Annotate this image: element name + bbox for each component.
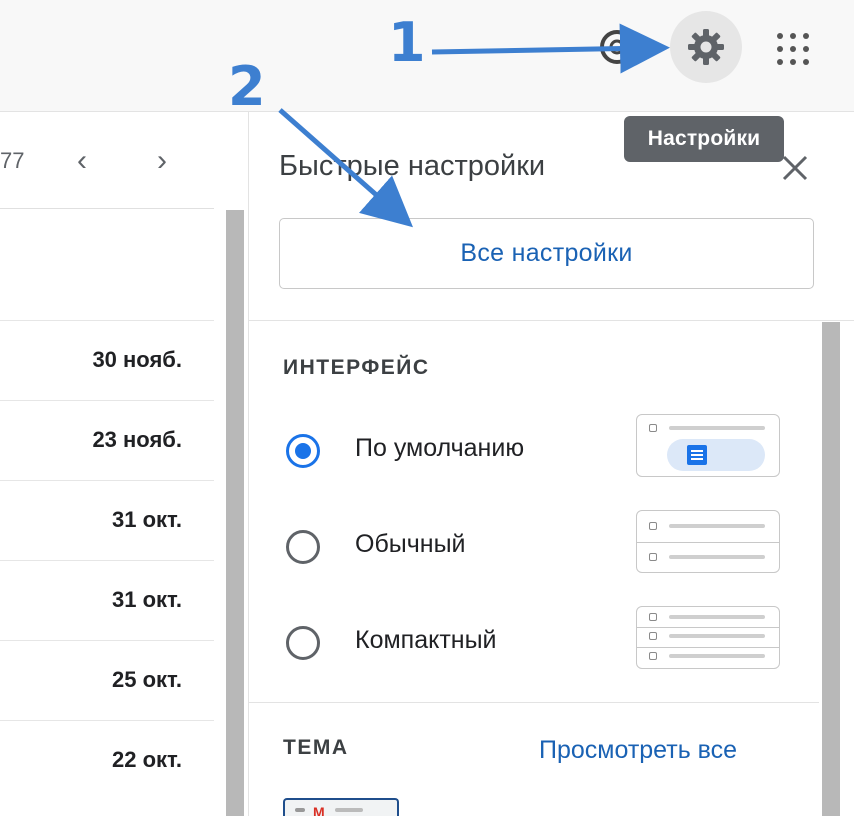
mail-row[interactable]: 25 окт. [0,640,214,720]
density-section-label: ИНТЕРФЕЙС [283,356,430,379]
section-divider [249,702,819,703]
next-page-button[interactable]: › [146,143,178,179]
settings-tooltip: Настройки [624,116,784,162]
quick-settings-panel: Быстрые настройки Все настройки ИНТЕРФЕЙ… [248,112,854,816]
density-option-normal[interactable]: Обычный [279,510,783,586]
mail-row[interactable]: 31 окт. [0,560,214,640]
mail-date: 23 нояб. [92,427,182,452]
radio-button[interactable] [286,434,320,468]
mail-date: 25 окт. [112,667,182,692]
density-preview-normal [636,510,780,573]
prev-page-button[interactable]: ‹ [66,143,98,179]
panel-scrollbar[interactable] [822,322,840,816]
step-number-1: 1 [388,11,426,74]
all-settings-button[interactable]: Все настройки [279,218,814,289]
panel-title: Быстрые настройки [279,150,546,182]
settings-gear-icon [688,29,724,65]
mail-row[interactable]: 30 нояб. [0,320,214,400]
mail-date: 30 нояб. [92,347,182,372]
mail-date: 31 окт. [112,507,182,532]
mail-list-scrollbar[interactable] [226,210,244,816]
mail-row[interactable]: 23 нояб. [0,400,214,480]
density-option-default[interactable]: По умолчанию [279,414,783,490]
theme-section-label: ТЕМА [283,736,349,759]
step-number-2: 2 [228,55,266,118]
density-option-compact[interactable]: Компактный [279,606,783,682]
density-preview-default [636,414,780,477]
pager-count: 77 [0,148,25,173]
view-all-themes-link[interactable]: Просмотреть все [539,736,737,765]
mail-row[interactable]: 31 окт. [0,480,214,560]
list-divider [0,208,214,209]
settings-gear-button[interactable] [670,11,742,83]
density-preview-compact [636,606,780,669]
mail-date: 22 окт. [112,747,182,772]
top-bar [0,0,854,112]
support-icon[interactable] [598,28,636,66]
mail-date: 31 окт. [112,587,182,612]
theme-thumbnail[interactable]: M [283,798,399,816]
radio-button[interactable] [286,626,320,660]
mail-row[interactable]: 22 окт. [0,720,214,800]
option-label: Обычный [355,530,466,558]
apps-grid-icon[interactable] [775,31,811,67]
option-label: Компактный [355,626,497,654]
document-icon [687,445,707,465]
option-label: По умолчанию [355,434,525,462]
radio-button[interactable] [286,530,320,564]
panel-divider [249,320,854,321]
gmail-logo-icon: M [313,804,325,816]
